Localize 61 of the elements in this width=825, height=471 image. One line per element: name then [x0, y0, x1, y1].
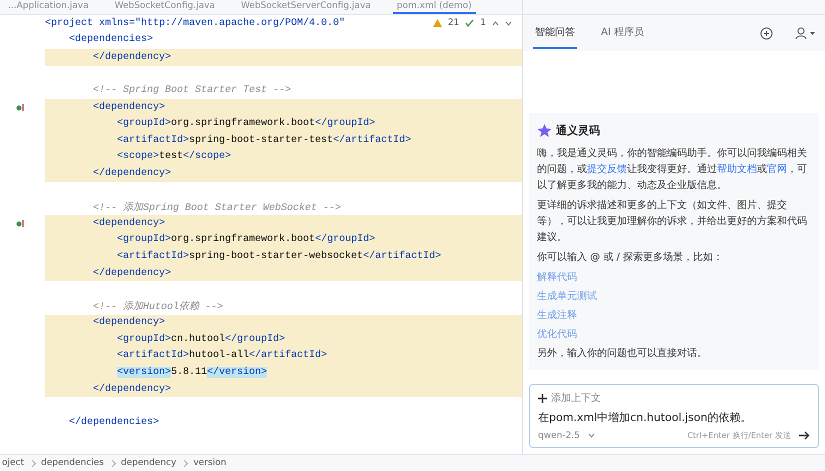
breadcrumb-item[interactable]: oject	[2, 458, 24, 468]
add-icon[interactable]	[760, 26, 773, 40]
code-line: </dependency>	[92, 168, 172, 179]
add-context-button[interactable]: 添加上下文	[538, 391, 601, 405]
breadcrumb-item[interactable]: dependency	[120, 458, 176, 468]
code-line: <dependency>	[92, 218, 166, 229]
breadcrumb-item[interactable]: version	[193, 458, 226, 468]
chevron-down-icon[interactable]	[588, 433, 595, 438]
code-line: </dependency>	[92, 384, 172, 395]
run-gutter-icon[interactable]	[16, 102, 25, 112]
code-line: <artifactId>spring-boot-starter-test</artifactId>	[116, 134, 412, 146]
editor-tab[interactable]: pom.xml (demo)	[392, 0, 476, 14]
footer-paragraph: 另外，输入你的问题也可以直接对话。	[537, 346, 708, 361]
chat-input-box[interactable]: 添加上下文 在pom.xml中增加cn.hutool.json的依赖。 qwen-2.5 Ctrl+Enter 换行/Enter 发送	[529, 384, 819, 448]
assistant-tab[interactable]: AI 程序员	[599, 17, 646, 49]
warning-count: 21	[448, 18, 460, 28]
code-line: <artifactId>hutool-all</artifactId>	[116, 350, 328, 362]
suggestion-link[interactable]: 解释代码	[537, 270, 811, 285]
warning-icon	[432, 19, 442, 27]
breadcrumb-item[interactable]: dependencies	[41, 458, 104, 468]
check-count: 1	[480, 18, 486, 28]
code-comment: <!-- 添加Hutool依赖 -->	[92, 300, 224, 314]
sticky-code-line: <dependencies>	[68, 34, 154, 44]
assistant-tab[interactable]: 智能问答	[533, 17, 577, 49]
suggestion-link[interactable]: 优化代码	[537, 327, 811, 342]
plus-icon	[538, 394, 547, 402]
editor-tab[interactable]: WebSocketConfig.java	[110, 0, 219, 14]
code-line: </dependency>	[92, 268, 172, 279]
intro-paragraph: 嗨，我是通义灵码，你的智能编码助手。你可以问我编码相关的问题，或提交反馈让我变得更好。通过帮助文档或官网，可以了解更多我的能力、动态及企业版信息。	[537, 146, 808, 193]
code-line: <version>5.8.11</version>	[116, 367, 268, 378]
assistant-title: 通义灵码	[556, 123, 600, 138]
code-line: <groupId>cn.hutool</groupId>	[116, 334, 286, 345]
code-line: <dependency>	[92, 317, 166, 328]
code-line: <artifactId>spring-boot-starter-websocket</artifactId>	[116, 250, 442, 262]
send-icon[interactable]	[799, 431, 810, 440]
chevron-down-icon[interactable]	[505, 20, 512, 26]
info-paragraph: 你可以输入 @ 或 / 探索更多场景，比如：	[537, 250, 724, 265]
code-comment: <!-- Spring Boot Starter Test -->	[92, 84, 292, 96]
check-icon	[465, 19, 474, 27]
inline-link[interactable]: 官网	[767, 164, 787, 175]
sticky-code-line: <project xmlns="http://maven.apache.org/POM/4.0.0"	[45, 18, 346, 28]
user-menu-icon[interactable]	[795, 26, 815, 40]
model-selector[interactable]: qwen-2.5	[538, 430, 580, 440]
star-logo-icon	[537, 124, 552, 137]
editor-tab[interactable]: WebSocketServerConfig.java	[236, 0, 375, 14]
inline-link[interactable]: 提交反馈	[587, 164, 627, 175]
code-comment: <!-- 添加Spring Boot Starter WebSocket -->	[92, 200, 342, 214]
suggestion-link[interactable]: 生成单元测试	[537, 289, 811, 304]
code-line: <groupId>org.springframework.boot</groupId>	[116, 118, 376, 130]
code-line: <dependency>	[92, 102, 166, 113]
shortcut-hint: Ctrl+Enter 换行/Enter 发送	[687, 430, 791, 441]
run-gutter-icon[interactable]	[16, 218, 25, 228]
chevron-up-icon[interactable]	[492, 20, 499, 26]
code-line: <groupId>org.springframework.boot</groupId>	[116, 234, 376, 246]
editor-tab[interactable]: ...Application.java	[4, 0, 93, 14]
inline-link[interactable]: 帮助文档	[717, 164, 757, 175]
suggestion-link[interactable]: 生成注释	[537, 308, 811, 323]
code-line: </dependency>	[92, 52, 172, 63]
info-paragraph: 更详细的诉求描述和更多的上下文（如文件、图片、提交等），可以让我更加理解你的诉求，并给出更好的方案和代码建议。	[537, 198, 808, 245]
code-line: </dependencies>	[68, 416, 160, 428]
code-line: <scope>test</scope>	[116, 151, 232, 162]
